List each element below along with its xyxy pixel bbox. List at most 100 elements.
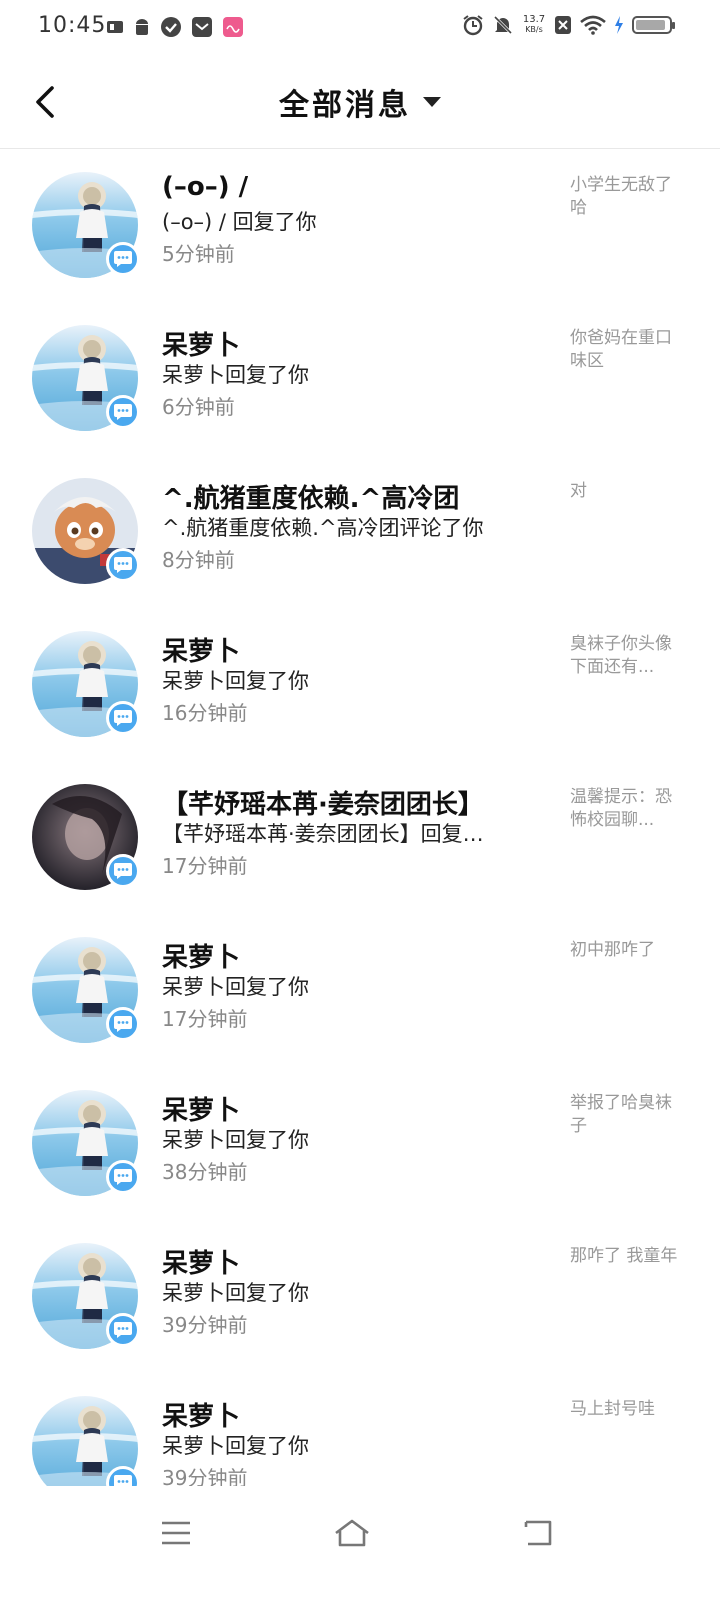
message-action-text: (–o–) / 回复了你 [162,210,317,234]
comment-badge [106,548,140,582]
message-list-item[interactable]: 【芊妤瑶本苒·姜奈团团长】 【芊妤瑶本苒·姜奈团团长】回复… 17分钟前 温馨提示：恐… [0,762,720,915]
app-badge-icon [223,17,243,37]
quoted-comment[interactable]: 温馨提示：恐怖校园聊... [570,786,678,832]
comment-badge [106,395,140,429]
comment-bubble-icon [114,863,132,879]
sender-name[interactable]: 呆萝卜 [162,325,240,362]
comment-bubble-icon [114,1322,132,1338]
alarm-icon [463,15,483,36]
message-list-item[interactable]: (–o–) / (–o–) / 回复了你 5分钟前 小学生无敌了哈 [0,150,720,303]
comment-bubble-icon [114,710,132,726]
comment-badge [106,1007,140,1041]
comment-bubble-icon [114,1475,132,1486]
avatar[interactable] [32,325,140,431]
battery-icon [632,16,675,34]
avatar[interactable] [32,1090,140,1196]
message-action-text: 呆萝卜回复了你 [162,1434,309,1458]
net-speed-value: 13.7 [522,14,546,25]
back-icon [524,1520,552,1546]
avatar[interactable] [32,172,140,278]
quoted-comment[interactable]: 小学生无敌了哈 [570,174,678,220]
comment-bubble-icon [114,557,132,573]
comment-bubble-icon [114,1169,132,1185]
message-time: 6分钟前 [162,395,235,419]
page-title: 全部消息 [279,88,411,123]
message-action-text: 【芊妤瑶本苒·姜奈团团长】回复… [162,822,484,846]
sender-name[interactable]: ^.航猪重度依赖.^高冷团 [162,478,459,515]
message-time: 8分钟前 [162,548,235,572]
comment-badge [106,242,140,276]
comment-badge [106,1313,140,1347]
status-right-icons: 13.7 KB/s [462,14,675,36]
sim-x-icon [555,16,571,34]
message-list-item[interactable]: 呆萝卜 呆萝卜回复了你 38分钟前 举报了哈臭袜子 [0,1068,720,1221]
sender-name[interactable]: 呆萝卜 [162,1243,240,1280]
home-button[interactable] [322,1508,382,1558]
quoted-comment[interactable]: 马上封号哇 [570,1398,678,1421]
comment-badge [106,1160,140,1194]
quoted-comment[interactable]: 臭袜子你头像下面还有... [570,633,678,679]
status-bar: 10:45 13.7 KB/s [0,0,720,56]
message-list-item[interactable]: 呆萝卜 呆萝卜回复了你 17分钟前 初中那咋了 [0,915,720,1068]
menu-button[interactable] [146,1508,206,1558]
quoted-comment[interactable]: 举报了哈臭袜子 [570,1092,678,1138]
comment-bubble-icon [114,251,132,267]
home-icon [335,1519,369,1547]
message-action-text: ^.航猪重度依赖.^高冷团评论了你 [162,516,484,540]
message-time: 39分钟前 [162,1466,248,1486]
sender-name[interactable]: 呆萝卜 [162,1090,240,1127]
avatar[interactable] [32,1396,140,1486]
message-action-text: 呆萝卜回复了你 [162,363,309,387]
comment-badge [106,854,140,888]
system-back-button[interactable] [508,1508,568,1558]
message-list-item[interactable]: ^.航猪重度依赖.^高冷团 ^.航猪重度依赖.^高冷团评论了你 8分钟前 对 [0,456,720,609]
comment-bubble-icon [114,404,132,420]
charging-icon [615,16,623,34]
avatar[interactable] [32,937,140,1043]
mail-icon [192,17,212,37]
comment-bubble-icon [114,1016,132,1032]
android-icon [136,19,148,35]
message-filter-dropdown[interactable]: 全部消息 [0,80,720,124]
comment-badge [106,701,140,735]
quoted-comment[interactable]: 初中那咋了 [570,939,678,962]
message-list-item[interactable]: 呆萝卜 呆萝卜回复了你 39分钟前 那咋了 我童年 [0,1221,720,1374]
caret-down-icon [423,97,441,107]
sender-name[interactable]: 呆萝卜 [162,937,240,974]
battery-level-fill [636,20,665,30]
check-icon [161,17,181,37]
message-time: 17分钟前 [162,854,248,878]
comment-badge [106,1466,140,1486]
message-action-text: 呆萝卜回复了你 [162,975,309,999]
app-header: 全部消息 [0,56,720,149]
message-time: 17分钟前 [162,1007,248,1031]
mute-icon [493,15,513,35]
message-time: 5分钟前 [162,242,235,266]
sender-name[interactable]: 呆萝卜 [162,1396,240,1433]
net-speed-unit: KB/s [525,25,543,34]
menu-icon [162,1521,190,1545]
battery-cap [672,22,675,29]
message-time: 16分钟前 [162,701,248,725]
quoted-comment[interactable]: 对 [570,480,678,503]
message-action-text: 呆萝卜回复了你 [162,1128,309,1152]
sender-name[interactable]: (–o–) / [162,172,248,202]
avatar[interactable] [32,631,140,737]
message-list-item[interactable]: 呆萝卜 呆萝卜回复了你 6分钟前 你爸妈在重口味区 [0,303,720,456]
message-time: 39分钟前 [162,1313,248,1337]
avatar[interactable] [32,784,140,890]
sim-icon [107,21,123,33]
status-time: 10:45 [38,13,107,38]
avatar[interactable] [32,1243,140,1349]
message-list-item[interactable]: 呆萝卜 呆萝卜回复了你 16分钟前 臭袜子你头像下面还有... [0,609,720,762]
wifi-icon [580,15,606,35]
message-list-item[interactable]: 呆萝卜 呆萝卜回复了你 39分钟前 马上封号哇 [0,1374,720,1486]
message-action-text: 呆萝卜回复了你 [162,669,309,693]
message-list[interactable]: (–o–) / (–o–) / 回复了你 5分钟前 小学生无敌了哈 呆萝卜 呆萝卜回复了你… [0,150,720,1486]
avatar[interactable] [32,478,140,584]
quoted-comment[interactable]: 那咋了 我童年 [570,1245,678,1268]
status-left-icons [106,16,244,38]
sender-name[interactable]: 【芊妤瑶本苒·姜奈团团长】 [162,784,484,821]
quoted-comment[interactable]: 你爸妈在重口味区 [570,327,678,373]
sender-name[interactable]: 呆萝卜 [162,631,240,668]
